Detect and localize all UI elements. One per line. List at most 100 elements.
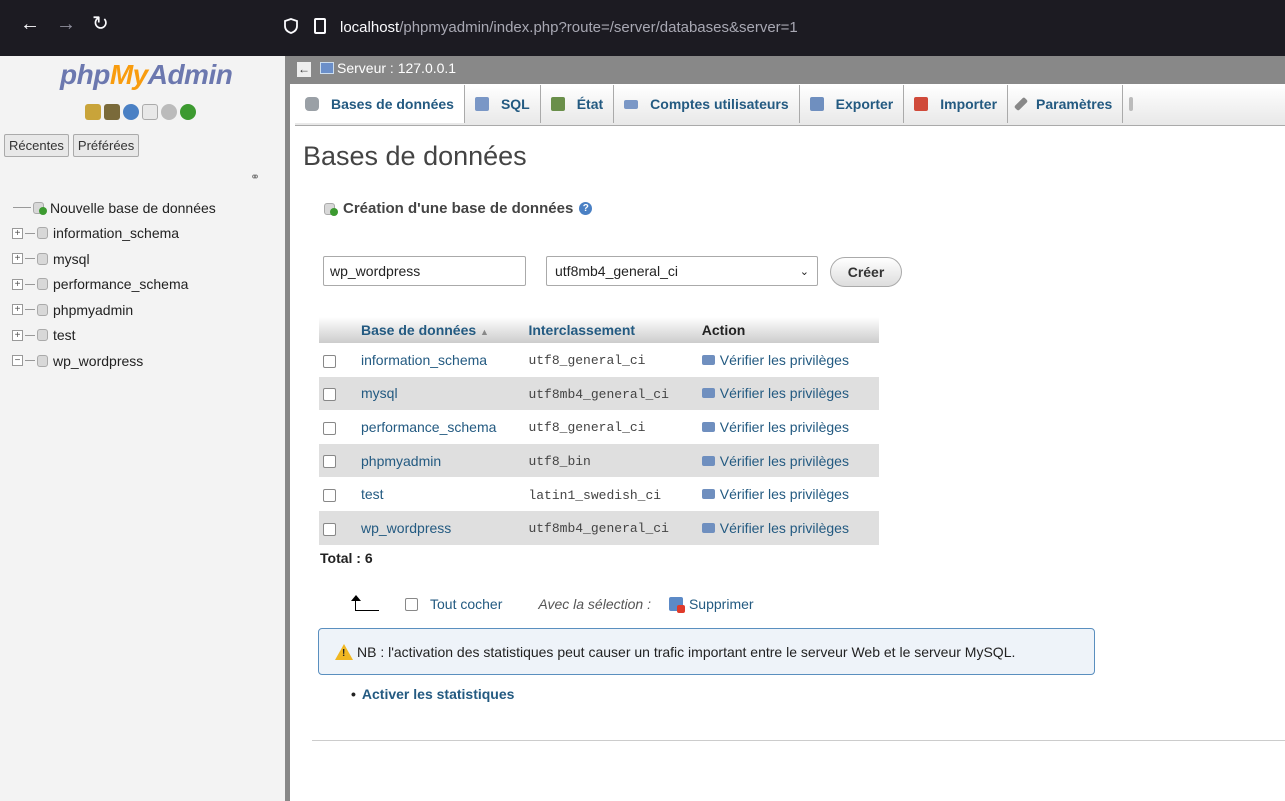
refresh-icon[interactable] [180,104,196,120]
check-privileges-link[interactable]: Vérifier les privilèges [701,453,849,469]
address-bar[interactable]: localhost/phpmyadmin/index.php?route=/se… [268,10,1285,46]
page-icon [314,18,326,34]
column-header-action: Action [697,317,879,343]
expand-icon[interactable]: + [12,278,23,290]
content-divider [312,740,1285,741]
expand-icon[interactable]: + [12,253,23,265]
expand-icon[interactable]: + [12,329,23,341]
tree-item-label: Nouvelle base de données [50,199,216,216]
tree-item-label: mysql [53,250,90,267]
collapse-nav-icon[interactable]: ← [297,62,311,77]
column-header-collation[interactable]: Interclassement [524,317,698,343]
database-icon [37,252,48,265]
tab-settings[interactable]: Paramètres [1008,85,1124,123]
forward-arrow-icon[interactable]: → [56,14,76,34]
privileges-icon [701,455,715,466]
tree-branch [25,334,35,336]
tree-item-test[interactable]: + test [8,323,216,349]
page-title: Bases de données [303,141,527,171]
reload-icon[interactable]: ↻ [92,14,109,34]
row-checkbox[interactable] [323,522,336,536]
check-privileges-link[interactable]: Vérifier les privilèges [701,520,849,536]
tree-item-new[interactable]: Nouvelle base de données [8,195,216,221]
row-checkbox-cell [319,477,357,511]
help-icon[interactable] [123,104,139,120]
recent-favorites-buttons: Récentes Préférées [4,134,140,157]
link-chain-icon[interactable]: ⚭ [250,170,260,184]
row-checkbox[interactable] [323,455,336,469]
warning-icon: ! [335,643,353,660]
tab-export[interactable]: Exporter [800,85,905,123]
tab-sql[interactable]: SQL [465,85,541,123]
row-checkbox[interactable] [323,488,336,502]
create-button[interactable]: Créer [830,257,902,287]
expand-icon[interactable]: + [12,304,23,316]
collation-selected-value: utf8mb4_general_ci [555,263,678,279]
database-icon [37,278,48,291]
database-link[interactable]: wp_wordpress [361,520,451,536]
tree-item-performance-schema[interactable]: + performance_schema [8,272,216,298]
privileges-icon [701,489,715,500]
favorites-button[interactable]: Préférées [72,134,140,157]
statistics-notice: ! NB : l'activation des statistiques peu… [318,628,1095,675]
database-link[interactable]: performance_schema [361,419,496,435]
check-privileges-link[interactable]: Vérifier les privilèges [701,419,849,435]
wrench-icon [1013,96,1029,112]
tab-more[interactable] [1123,85,1139,123]
tree-item-label: performance_schema [53,276,189,293]
recent-button[interactable]: Récentes [4,134,69,157]
row-checkbox[interactable] [323,421,336,435]
row-checkbox[interactable] [323,388,336,402]
docs-icon[interactable] [142,104,158,120]
logout-icon[interactable] [104,104,120,120]
tree-item-wp-wordpress[interactable]: − wp_wordpress [8,348,216,374]
url-text: localhost/phpmyadmin/index.php?route=/se… [340,19,798,36]
database-name-input[interactable] [323,256,526,286]
database-link[interactable]: phpmyadmin [361,453,441,469]
collation-select[interactable]: utf8mb4_general_ci ⌄ [546,256,818,286]
check-privileges-link[interactable]: Vérifier les privilèges [701,486,849,502]
sql-icon [474,97,489,111]
row-checkbox[interactable] [323,354,336,368]
home-icon[interactable] [85,104,101,120]
tree-item-information-schema[interactable]: + information_schema [8,221,216,247]
check-privileges-link[interactable]: Vérifier les privilèges [701,385,849,401]
database-link[interactable]: information_schema [361,352,487,368]
database-link[interactable]: test [361,486,384,502]
tab-user-accounts[interactable]: Comptes utilisateurs [614,85,800,123]
collapse-icon[interactable]: − [12,355,23,367]
settings-gear-icon[interactable] [161,104,177,120]
tree-item-phpmyadmin[interactable]: + phpmyadmin [8,297,216,323]
server-breadcrumb[interactable]: Serveur : 127.0.0.1 [320,60,456,76]
collation-value: utf8_bin [528,454,591,470]
databases-table: Base de données ▲ Interclassement Action… [319,317,879,545]
back-arrow-icon[interactable]: ← [20,14,40,34]
tab-databases[interactable]: Bases de données [295,85,465,123]
bulk-action-row: Tout cocher Avec la sélection : Supprime… [351,595,754,613]
database-link[interactable]: mysql [361,385,398,401]
delete-selected-button[interactable]: Supprimer [689,596,754,612]
check-all-checkbox[interactable] [405,597,418,611]
collation-value: utf8mb4_general_ci [528,521,669,537]
column-header-database[interactable]: Base de données ▲ [357,317,525,343]
tab-status[interactable]: État [541,85,615,123]
check-privileges-link[interactable]: Vérifier les privilèges [701,352,849,368]
tree-item-label: information_schema [53,225,180,242]
database-icon [37,303,48,316]
database-icon [37,354,48,367]
server-icon [320,62,334,74]
tab-import[interactable]: Importer [904,85,1009,123]
tree-item-mysql[interactable]: + mysql [8,246,216,272]
create-heading-text: Création d'une base de données [343,200,574,217]
enable-statistics-link[interactable]: Activer les statistiques [362,686,515,702]
enable-statistics-item: • Activer les statistiques [351,686,514,702]
row-checkbox-cell [319,410,357,444]
phpmyadmin-logo[interactable]: phpMyAdmin [60,59,233,91]
check-all-label[interactable]: Tout cocher [430,596,502,612]
delete-icon [668,597,685,613]
users-icon [624,99,639,109]
server-breadcrumb-bar: ← Serveur : 127.0.0.1 [290,56,1285,84]
privileges-icon [701,421,715,432]
help-icon[interactable]: ? [579,202,593,215]
expand-icon[interactable]: + [12,227,23,239]
